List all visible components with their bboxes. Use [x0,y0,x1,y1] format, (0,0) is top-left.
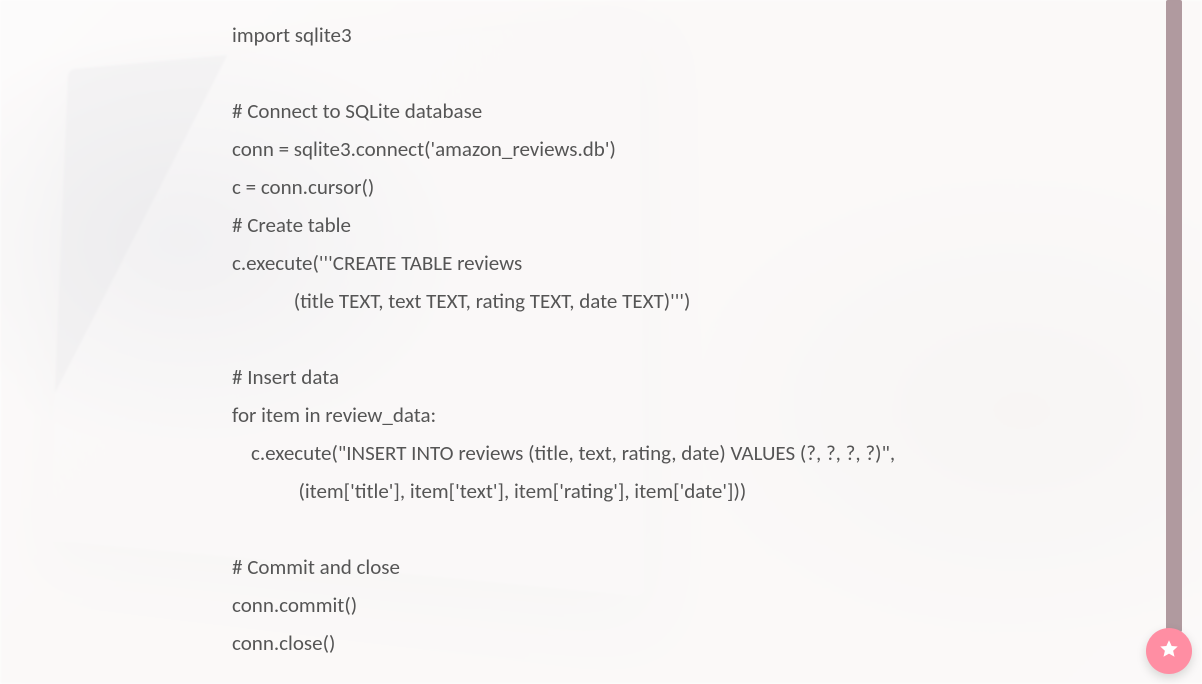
content-area: import sqlite3 # Connect to SQLite datab… [0,0,1138,684]
feedback-fab[interactable] [1146,628,1192,674]
code-snippet: import sqlite3 # Connect to SQLite datab… [232,16,992,662]
page-container: import sqlite3 # Connect to SQLite datab… [0,0,1202,684]
star-icon [1158,638,1180,665]
scrollbar-thumb[interactable] [1166,0,1182,632]
